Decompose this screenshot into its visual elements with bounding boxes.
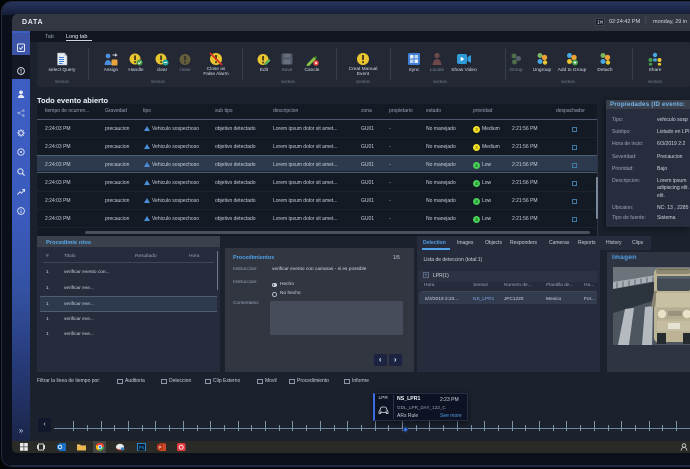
svg-text:Ps: Ps bbox=[139, 445, 145, 450]
svg-text:P: P bbox=[158, 444, 161, 449]
